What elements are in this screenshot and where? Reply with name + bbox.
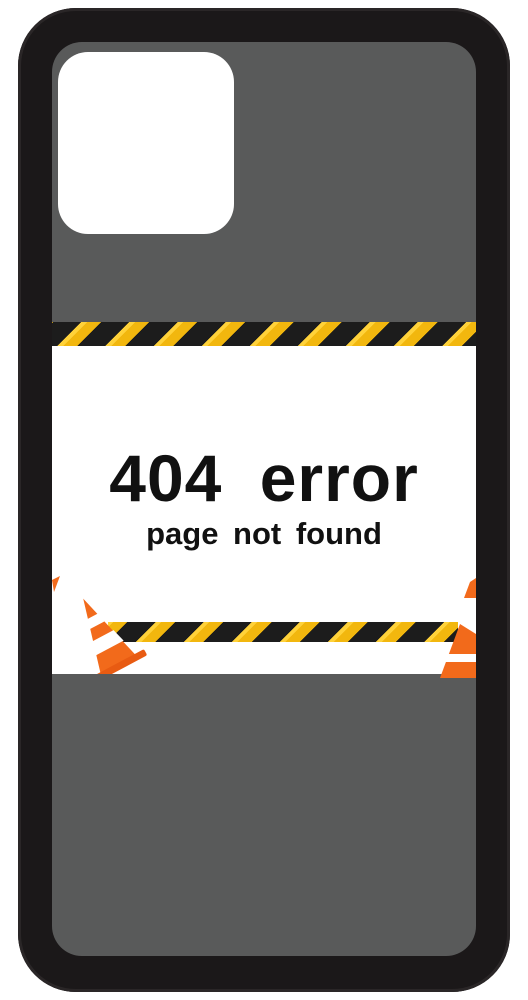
error-headline: 404 error — [109, 441, 419, 515]
traffic-cone-right-icon — [440, 578, 476, 678]
error-subline: page not found — [146, 516, 382, 551]
traffic-cone-left-icon — [52, 576, 147, 674]
hazard-tape-top — [52, 322, 476, 346]
camera-cutout-icon — [58, 52, 234, 234]
hazard-tape-bottom — [108, 622, 458, 642]
